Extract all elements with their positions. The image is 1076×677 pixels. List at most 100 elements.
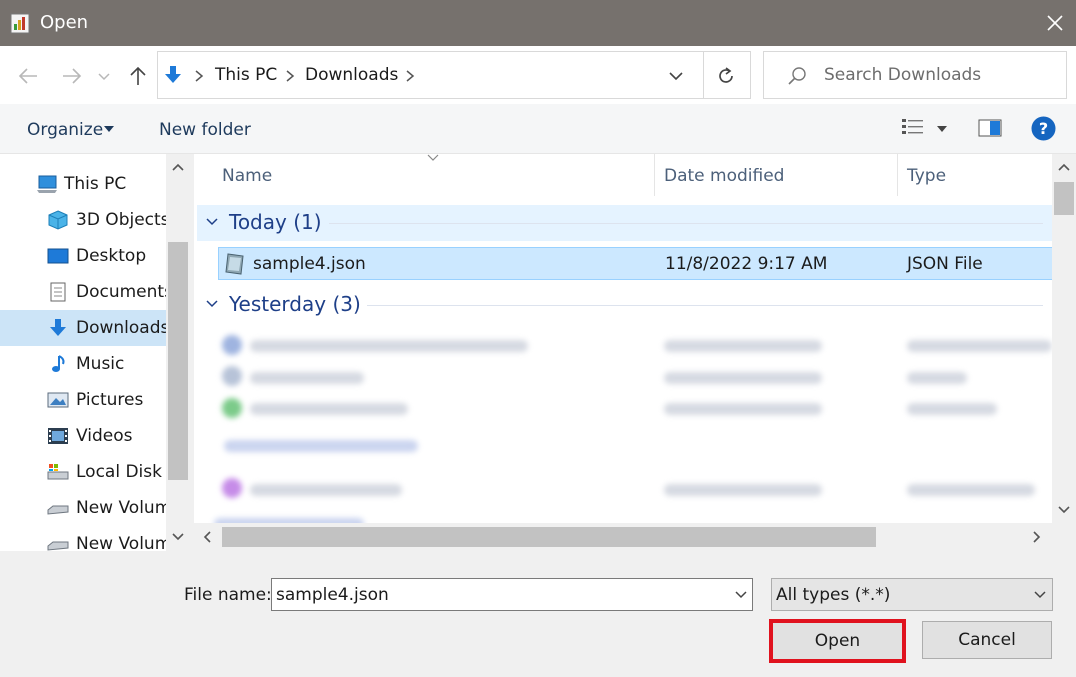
3d-objects-icon (47, 210, 69, 230)
file-date-modified: 11/8/2022 9:17 AM (665, 254, 827, 274)
music-icon (47, 354, 69, 374)
dialog-footer: File name: sample4.json All types (*.*) … (0, 551, 1076, 677)
search-placeholder: Search Downloads (824, 65, 981, 85)
nav-item-videos[interactable]: Videos (0, 418, 166, 454)
file-type: JSON File (907, 254, 983, 274)
search-input[interactable]: Search Downloads (763, 51, 1067, 99)
nav-item-local-disk[interactable]: Local Disk ( (0, 454, 166, 490)
scroll-up-icon[interactable] (171, 162, 185, 172)
breadcrumb-downloads[interactable]: Downloads (305, 65, 398, 85)
blurred-text (250, 340, 528, 352)
group-header-today[interactable]: Today (1) (197, 205, 1052, 241)
breadcrumb-separator-icon (194, 69, 204, 83)
blurred-text (664, 340, 822, 352)
column-header-name[interactable]: Name (222, 166, 272, 186)
back-arrow-icon[interactable] (16, 64, 40, 88)
nav-item-desktop[interactable]: Desktop (0, 238, 166, 274)
blurred-text (907, 372, 967, 384)
blurred-text (907, 403, 997, 415)
title-bar: Open (0, 0, 1076, 46)
vertical-scroll-thumb[interactable] (1054, 182, 1074, 215)
nav-label: Local Disk ( (76, 462, 174, 482)
this-pc-icon (36, 174, 58, 194)
nav-item-documents[interactable]: Documents (0, 274, 166, 310)
breadcrumb-this-pc[interactable]: This PC (215, 65, 277, 85)
command-bar: Organize New folder ? (0, 104, 1076, 154)
nav-item-pictures[interactable]: Pictures (0, 382, 166, 418)
file-name-dropdown-icon[interactable] (734, 590, 748, 600)
file-list: Name Date modified Type Today (1) sample… (194, 154, 1076, 551)
cancel-button[interactable]: Cancel (922, 621, 1052, 659)
nav-item-3d-objects[interactable]: 3D Objects (0, 202, 166, 238)
column-header-type[interactable]: Type (907, 166, 946, 186)
forward-arrow-icon[interactable] (60, 64, 84, 88)
nav-item-new-volume[interactable]: New Volum (0, 490, 166, 526)
downloads-arrow-icon (164, 65, 182, 85)
file-type-select[interactable]: All types (*.*) (771, 578, 1053, 611)
collapse-chevron-icon[interactable] (205, 217, 219, 227)
nav-item-music[interactable]: Music (0, 346, 166, 382)
close-icon[interactable] (1040, 8, 1070, 38)
blurred-file-icon (222, 398, 242, 418)
refresh-icon[interactable] (715, 65, 737, 87)
nav-scrollbar[interactable] (166, 154, 190, 551)
blurred-group-header (224, 440, 418, 452)
pictures-icon (47, 390, 69, 410)
scroll-down-icon[interactable] (1057, 505, 1071, 515)
preview-pane-icon[interactable] (978, 118, 1002, 138)
nav-label: Pictures (76, 390, 143, 410)
json-file-icon (223, 252, 247, 276)
svg-text:?: ? (1039, 119, 1048, 138)
blurred-text (907, 484, 1035, 496)
nav-label: Desktop (76, 246, 146, 266)
organize-button[interactable]: Organize (27, 120, 103, 140)
address-dropdown-icon[interactable] (667, 69, 685, 83)
help-icon[interactable]: ? (1031, 116, 1056, 141)
blurred-file-icon (222, 366, 242, 386)
drive-icon (47, 534, 69, 551)
scroll-left-icon[interactable] (202, 530, 212, 544)
open-button[interactable]: Open (772, 622, 903, 660)
navigation-pane: This PC 3D Objects Desktop Documents Dow… (0, 154, 190, 551)
address-bar[interactable]: This PC Downloads (157, 51, 751, 99)
group-title: Yesterday (3) (229, 292, 361, 316)
recent-locations-chevron-icon[interactable] (96, 68, 112, 84)
file-list-vertical-scrollbar[interactable] (1052, 154, 1076, 523)
scroll-down-icon[interactable] (171, 532, 185, 542)
scroll-up-icon[interactable] (1057, 162, 1071, 172)
blurred-text (250, 372, 364, 384)
blurred-text (664, 372, 822, 384)
documents-icon (47, 282, 69, 302)
file-name-input[interactable]: sample4.json (271, 578, 753, 611)
breadcrumb-separator-icon (405, 69, 415, 83)
blurred-text (250, 484, 402, 496)
blurred-text (664, 403, 822, 415)
file-type-value: All types (*.*) (776, 585, 890, 605)
nav-item-this-pc[interactable]: This PC (0, 166, 166, 202)
nav-item-new-volume[interactable]: New Volum (0, 526, 166, 551)
nav-item-downloads[interactable]: Downloads (0, 310, 166, 346)
nav-label: This PC (64, 174, 126, 194)
file-type-dropdown-icon[interactable] (1033, 590, 1047, 600)
collapse-chevron-icon[interactable] (205, 299, 219, 309)
nav-scroll-thumb[interactable] (168, 242, 188, 480)
up-arrow-icon[interactable] (126, 64, 150, 88)
window-title: Open (40, 12, 88, 33)
horizontal-scroll-thumb[interactable] (222, 527, 876, 547)
view-dropdown-icon[interactable] (937, 126, 947, 132)
sort-indicator-icon (427, 154, 439, 161)
new-folder-button[interactable]: New folder (159, 120, 251, 140)
view-options-icon[interactable] (901, 117, 925, 139)
desktop-icon (47, 246, 69, 266)
file-list-horizontal-scrollbar[interactable] (194, 523, 1052, 551)
organize-dropdown-icon[interactable] (104, 126, 114, 132)
group-header-yesterday[interactable]: Yesterday (3) (197, 287, 1052, 323)
scroll-right-icon[interactable] (1032, 530, 1042, 544)
nav-label: Videos (76, 426, 133, 446)
column-header-date-modified[interactable]: Date modified (664, 166, 784, 186)
nav-label: New Volum (76, 498, 171, 518)
blurred-text (250, 403, 408, 415)
local-disk-icon (47, 462, 69, 482)
group-title: Today (1) (229, 210, 322, 234)
file-row[interactable]: sample4.json 11/8/2022 9:17 AM JSON File (218, 247, 1054, 280)
